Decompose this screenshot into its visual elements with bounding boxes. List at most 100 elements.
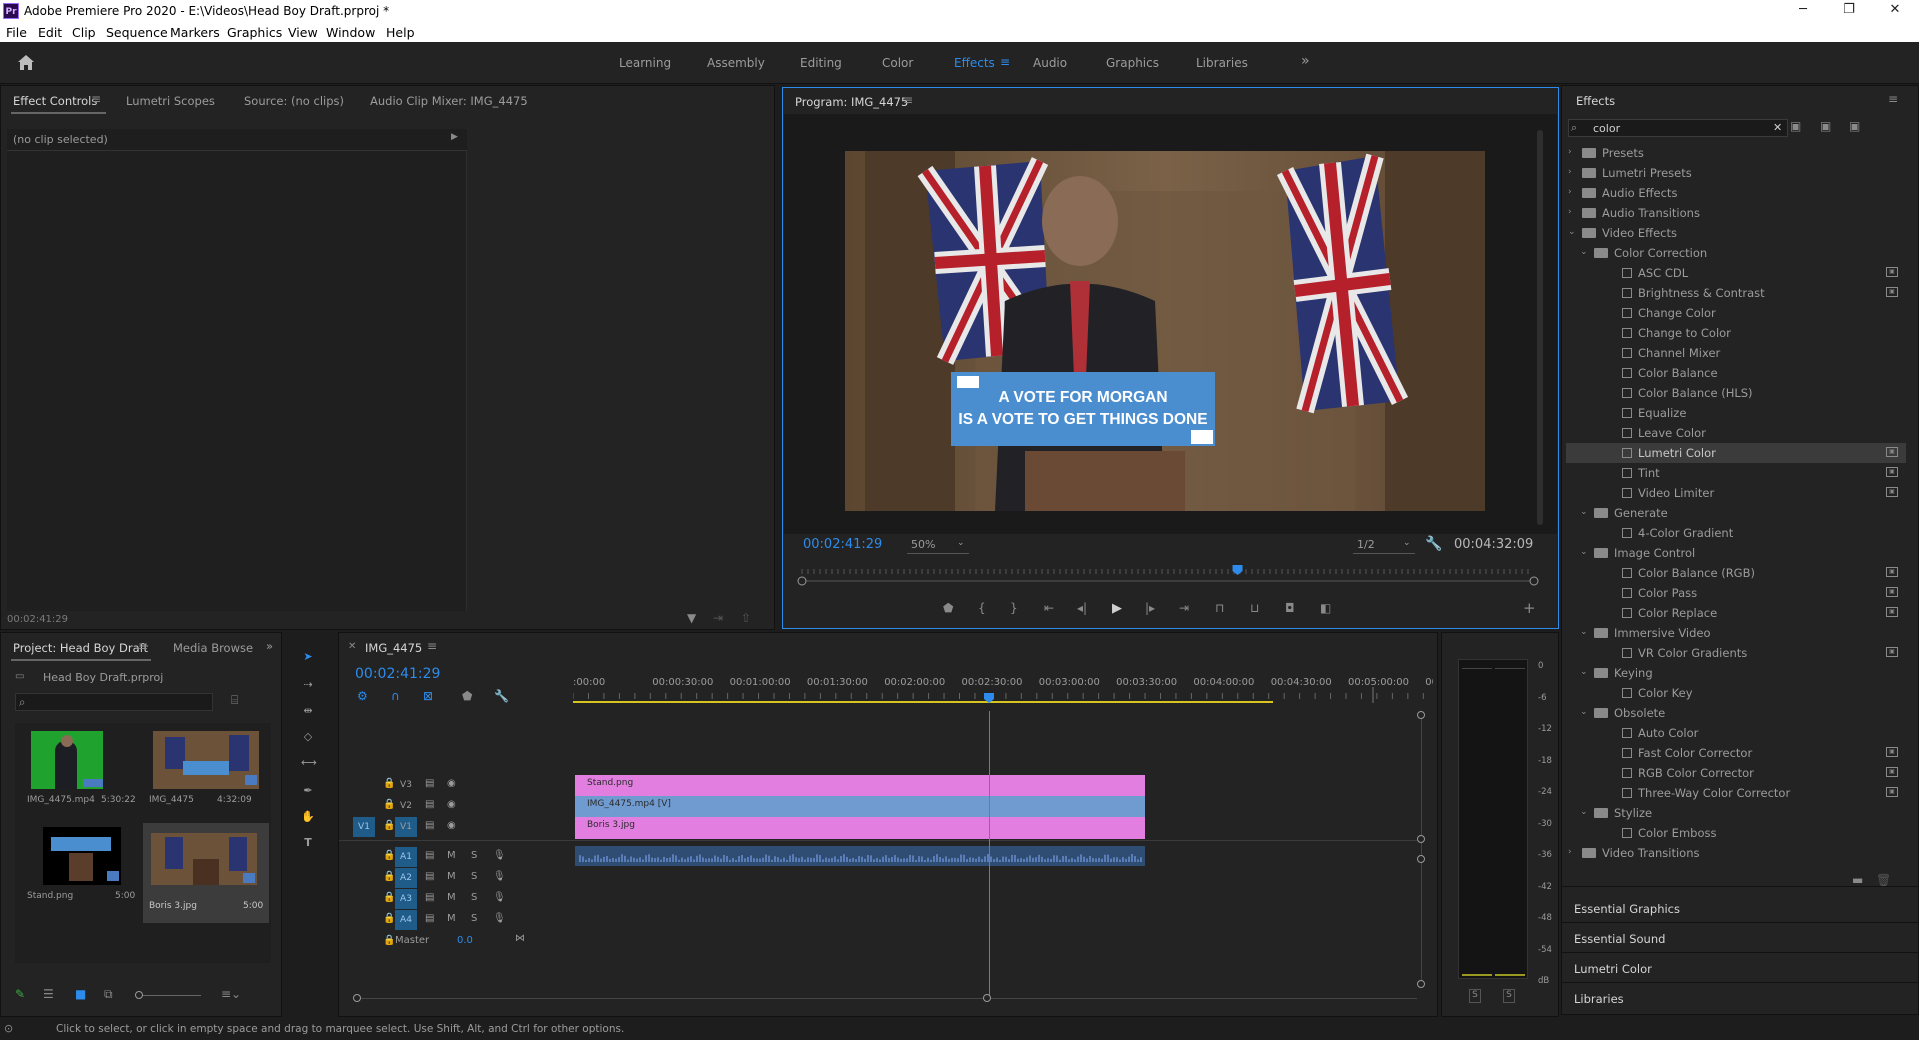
microphone-icon[interactable]: 🎙	[493, 892, 506, 903]
type-tool-icon[interactable]: T	[301, 836, 315, 850]
icon-view-icon[interactable]: ■	[75, 987, 86, 1001]
pen-tool-icon[interactable]: ✒	[301, 784, 315, 798]
sync-lock-icon[interactable]: ▤	[425, 871, 434, 882]
effect-item[interactable]: ASC CDL ▣	[1566, 263, 1906, 283]
effect-item[interactable]: Color Balance	[1566, 363, 1906, 383]
chevron-down-icon[interactable]: ⌄	[1580, 627, 1588, 637]
project-item[interactable]: IMG_4475.mp4 5:30:22	[21, 731, 136, 811]
menu-window[interactable]: Window	[326, 25, 375, 40]
add-marker-icon[interactable]: ⬟	[943, 601, 953, 615]
effects-folder[interactable]: ⌄ Generate	[1566, 503, 1906, 523]
effects-folder[interactable]: ⌄ Color Correction	[1566, 243, 1906, 263]
export-icon[interactable]: ⇥	[713, 611, 723, 625]
eye-icon[interactable]: ◉	[447, 778, 456, 789]
minimize-button[interactable]: ─	[1780, 0, 1826, 22]
sync-lock-icon[interactable]: ▤	[425, 799, 434, 810]
lock-icon[interactable]: 🔒	[383, 799, 395, 810]
find-icon[interactable]: ⌸	[231, 693, 238, 708]
tab-lumetri-scopes[interactable]: Lumetri Scopes	[126, 94, 215, 108]
lock-icon[interactable]: 🔒	[383, 892, 395, 903]
chevron-right-icon[interactable]: ›	[1568, 847, 1572, 857]
go-to-in-icon[interactable]: ⇤	[1044, 601, 1054, 615]
effect-item[interactable]: Brightness & Contrast ▣	[1566, 283, 1906, 303]
panel-libraries[interactable]: Libraries	[1574, 992, 1624, 1006]
track-name[interactable]: V3	[395, 775, 417, 795]
audio-track-name[interactable]: A4	[395, 910, 417, 930]
effects-folder[interactable]: ⌄ Immersive Video	[1566, 623, 1906, 643]
program-menu-icon[interactable]: ≡	[903, 93, 913, 107]
list-view-icon[interactable]: ☰	[43, 987, 54, 1001]
solo-left-button[interactable]: S	[1469, 989, 1481, 1003]
workspace-libraries[interactable]: Libraries	[1196, 56, 1248, 70]
effect-item[interactable]: Tint ▣	[1566, 463, 1906, 483]
settings-wrench-icon[interactable]: 🔧	[494, 689, 509, 703]
project-item[interactable]: Stand.png 5:00	[21, 827, 135, 907]
effect-item[interactable]: Equalize	[1566, 403, 1906, 423]
program-scrubber[interactable]	[797, 563, 1542, 587]
timeline-clip[interactable]: IMG_4475.mp4 [V]	[575, 796, 1145, 818]
panel-lumetri-color[interactable]: Lumetri Color	[1574, 962, 1652, 976]
effects-folder[interactable]: › Audio Effects	[1566, 183, 1906, 203]
chevron-right-icon[interactable]: ›	[1568, 207, 1572, 217]
scroll-start-handle[interactable]	[353, 994, 361, 1002]
extract-icon[interactable]: ⊔	[1250, 601, 1259, 615]
chevron-down-icon[interactable]: ⌄	[1580, 807, 1588, 817]
menu-edit[interactable]: Edit	[38, 25, 62, 40]
effect-item[interactable]: Color Emboss	[1566, 823, 1906, 843]
mute-button[interactable]: M	[447, 850, 456, 861]
timeline-tab[interactable]: IMG_4475	[365, 641, 422, 655]
timeline-menu-icon[interactable]: ≡	[427, 639, 437, 653]
chevron-down-icon[interactable]: ⌄	[1580, 667, 1588, 677]
effect-item[interactable]: RGB Color Corrector ▣	[1566, 763, 1906, 783]
menu-graphics[interactable]: Graphics	[227, 25, 282, 40]
effects-folder[interactable]: › Audio Transitions	[1566, 203, 1906, 223]
mark-in-icon[interactable]: {	[978, 601, 986, 615]
lock-icon[interactable]: 🔒	[383, 820, 395, 831]
panel-menu-icon[interactable]: ≡	[91, 92, 101, 106]
menu-view[interactable]: View	[288, 25, 318, 40]
chevron-down-icon[interactable]: ⌄	[1568, 227, 1576, 237]
timeline-timecode[interactable]: 00:02:41:29	[355, 666, 440, 682]
effect-item[interactable]: Change to Color	[1566, 323, 1906, 343]
project-item-selected[interactable]: Boris 3.jpg 5:00	[143, 823, 269, 923]
effect-item[interactable]: Leave Color	[1566, 423, 1906, 443]
zoom-slider[interactable]	[135, 995, 201, 996]
comparison-view-icon[interactable]: ◧	[1320, 601, 1331, 615]
project-search-input[interactable]: ⌕	[15, 693, 213, 711]
sync-lock-icon[interactable]: ▤	[425, 778, 434, 789]
add-marker-icon[interactable]: ⬟	[462, 689, 472, 703]
tab-effect-controls[interactable]: Effect Controls	[13, 94, 97, 108]
step-back-icon[interactable]: ◂|	[1077, 601, 1087, 615]
slip-tool-icon[interactable]: ⟷	[301, 756, 317, 770]
source-patch-v1[interactable]: V1	[353, 817, 375, 837]
effect-item[interactable]: Color Balance (HLS)	[1566, 383, 1906, 403]
timeline-clip[interactable]: Boris 3.jpg	[575, 817, 1145, 839]
solo-button[interactable]: S	[471, 871, 477, 882]
effect-item[interactable]: VR Color Gradients ▣	[1566, 643, 1906, 663]
master-value[interactable]: 0.0	[457, 935, 473, 946]
panel-essential-graphics[interactable]: Essential Graphics	[1574, 902, 1680, 916]
lock-icon[interactable]: 🔒	[383, 778, 395, 789]
effects-folder[interactable]: › Lumetri Presets	[1566, 163, 1906, 183]
v-scroll-handle[interactable]	[1417, 855, 1425, 863]
chevron-down-icon[interactable]: ⌄	[1580, 247, 1588, 257]
sort-icon[interactable]: ≡⌄	[221, 987, 241, 1001]
workspace-audio[interactable]: Audio	[1033, 56, 1067, 70]
accelerated-effects-icon[interactable]: ▣	[1790, 119, 1801, 133]
scroll-end-handle[interactable]	[983, 994, 991, 1002]
mute-button[interactable]: M	[447, 871, 456, 882]
workspace-graphics[interactable]: Graphics	[1106, 56, 1159, 70]
v-scroll-handle[interactable]	[1417, 711, 1425, 719]
tab-audio-clip-mixer[interactable]: Audio Clip Mixer: IMG_4475	[370, 94, 528, 108]
tab-source[interactable]: Source: (no clips)	[244, 94, 344, 108]
maximize-button[interactable]: ❐	[1826, 0, 1872, 22]
solo-button[interactable]: S	[471, 850, 477, 861]
close-tab-icon[interactable]: ✕	[348, 641, 356, 652]
tab-project[interactable]: Project: Head Boy Draft	[13, 641, 148, 655]
snap-icon[interactable]: ∩	[391, 689, 400, 703]
timeline-clip[interactable]: Stand.png	[575, 775, 1145, 797]
panel-overflow-icon[interactable]: »	[266, 639, 273, 653]
chevron-right-icon[interactable]: ›	[1568, 187, 1572, 197]
menu-clip[interactable]: Clip	[72, 25, 96, 40]
effects-search-input[interactable]: ⌕ color ✕	[1568, 119, 1788, 137]
